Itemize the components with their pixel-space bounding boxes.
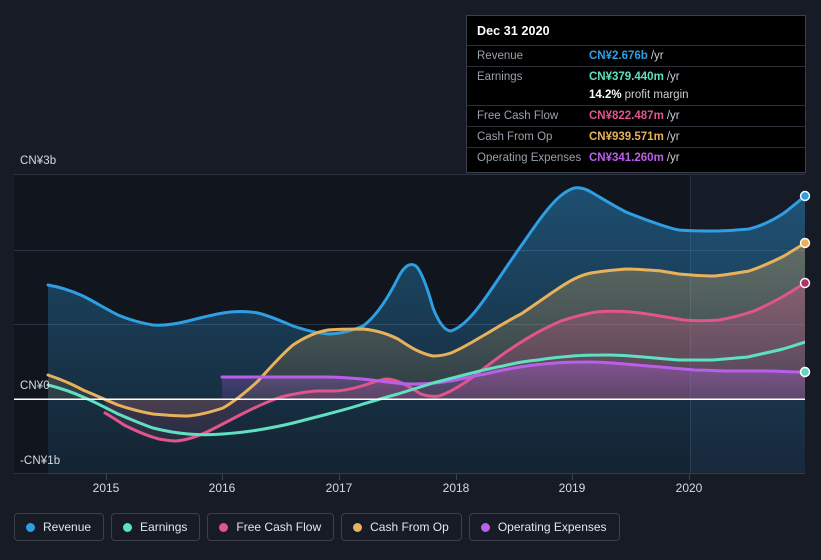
y-tick-label-bottom: -CN¥1b bbox=[20, 455, 61, 467]
tooltip-unit-earnings: /yr bbox=[666, 71, 680, 83]
x-tick-marks bbox=[106, 474, 690, 480]
legend-dot-free-cash-flow-icon bbox=[219, 522, 229, 532]
financial-performance-chart: CN¥3b CN¥0 -CN¥1b 2015 2016 2017 2018 20… bbox=[0, 0, 821, 560]
endpoint-marker-earnings bbox=[799, 366, 811, 378]
x-tick-label-2019: 2019 bbox=[558, 481, 586, 495]
tooltip-value-free-cash-flow: CN¥822.487m bbox=[589, 110, 664, 122]
endpoint-marker-free-cash-flow bbox=[799, 277, 811, 289]
tooltip-label-free-cash-flow: Free Cash Flow bbox=[477, 110, 559, 122]
legend-label-operating-expenses: Operating Expenses bbox=[497, 520, 607, 534]
endpoint-marker-revenue bbox=[799, 190, 811, 202]
tooltip-unit-revenue: /yr bbox=[650, 50, 664, 62]
x-tick-label-2016: 2016 bbox=[208, 481, 236, 495]
tooltip-date: Dec 31 2020 bbox=[477, 24, 550, 38]
x-tick-label-2017: 2017 bbox=[325, 481, 353, 495]
tooltip-value-earnings: CN¥379.440m bbox=[589, 71, 664, 83]
tooltip-label-operating-expenses: Operating Expenses bbox=[477, 152, 582, 164]
tooltip-unit-cash-from-op: /yr bbox=[666, 131, 680, 143]
y-tick-label-zero: CN¥0 bbox=[20, 380, 50, 392]
legend-dot-operating-expenses-icon bbox=[480, 522, 490, 532]
tooltip-label-profit-margin: profit margin bbox=[624, 89, 689, 101]
tooltip-label-cash-from-op: Cash From Op bbox=[477, 131, 553, 143]
tooltip-value-cash-from-op: CN¥939.571m bbox=[589, 131, 664, 143]
legend-item-earnings[interactable]: Earnings bbox=[111, 513, 201, 541]
legend-dot-revenue-icon bbox=[26, 522, 35, 532]
chart-legend: Revenue Earnings Free Cash Flow Cash Fro… bbox=[14, 513, 620, 541]
endpoint-marker-cash-from-op bbox=[799, 237, 811, 249]
tooltip-row-cash-from-op: Cash From Op CN¥939.571m /yr bbox=[467, 126, 805, 147]
legend-item-operating-expenses[interactable]: Operating Expenses bbox=[468, 513, 620, 541]
legend-item-free-cash-flow[interactable]: Free Cash Flow bbox=[207, 513, 335, 541]
tooltip-row-operating-expenses: Operating Expenses CN¥341.260m /yr bbox=[467, 147, 805, 168]
tooltip-unit-operating-expenses: /yr bbox=[666, 152, 680, 164]
tooltip-value-operating-expenses: CN¥341.260m bbox=[589, 152, 664, 164]
tooltip-row-revenue: Revenue CN¥2.676b /yr bbox=[467, 45, 805, 66]
legend-item-cash-from-op[interactable]: Cash From Op bbox=[341, 513, 462, 541]
tooltip-value-revenue: CN¥2.676b bbox=[589, 50, 648, 62]
x-tick-label-2020: 2020 bbox=[675, 481, 703, 495]
tooltip-row-profit-margin: 14.2% profit margin bbox=[467, 87, 805, 105]
legend-label-free-cash-flow: Free Cash Flow bbox=[236, 520, 322, 534]
legend-dot-cash-from-op-icon bbox=[353, 522, 363, 532]
tooltip-label-revenue: Revenue bbox=[477, 50, 524, 62]
tooltip-label-earnings: Earnings bbox=[477, 71, 523, 83]
tooltip-row-earnings: Earnings CN¥379.440m /yr bbox=[467, 66, 805, 87]
legend-label-earnings: Earnings bbox=[140, 520, 188, 534]
legend-dot-earnings-icon bbox=[123, 522, 133, 532]
legend-item-revenue[interactable]: Revenue bbox=[14, 513, 105, 541]
legend-label-cash-from-op: Cash From Op bbox=[370, 520, 449, 534]
x-tick-label-2018: 2018 bbox=[442, 481, 470, 495]
tooltip-value-profit-margin: 14.2% bbox=[589, 89, 622, 101]
legend-label-revenue: Revenue bbox=[43, 520, 92, 534]
chart-tooltip: Dec 31 2020 Revenue CN¥2.676b /yr Earnin… bbox=[466, 15, 806, 173]
tooltip-unit-free-cash-flow: /yr bbox=[666, 110, 680, 122]
x-tick-label-2015: 2015 bbox=[92, 481, 120, 495]
y-tick-label-top: CN¥3b bbox=[20, 155, 57, 167]
tooltip-row-free-cash-flow: Free Cash Flow CN¥822.487m /yr bbox=[467, 105, 805, 126]
